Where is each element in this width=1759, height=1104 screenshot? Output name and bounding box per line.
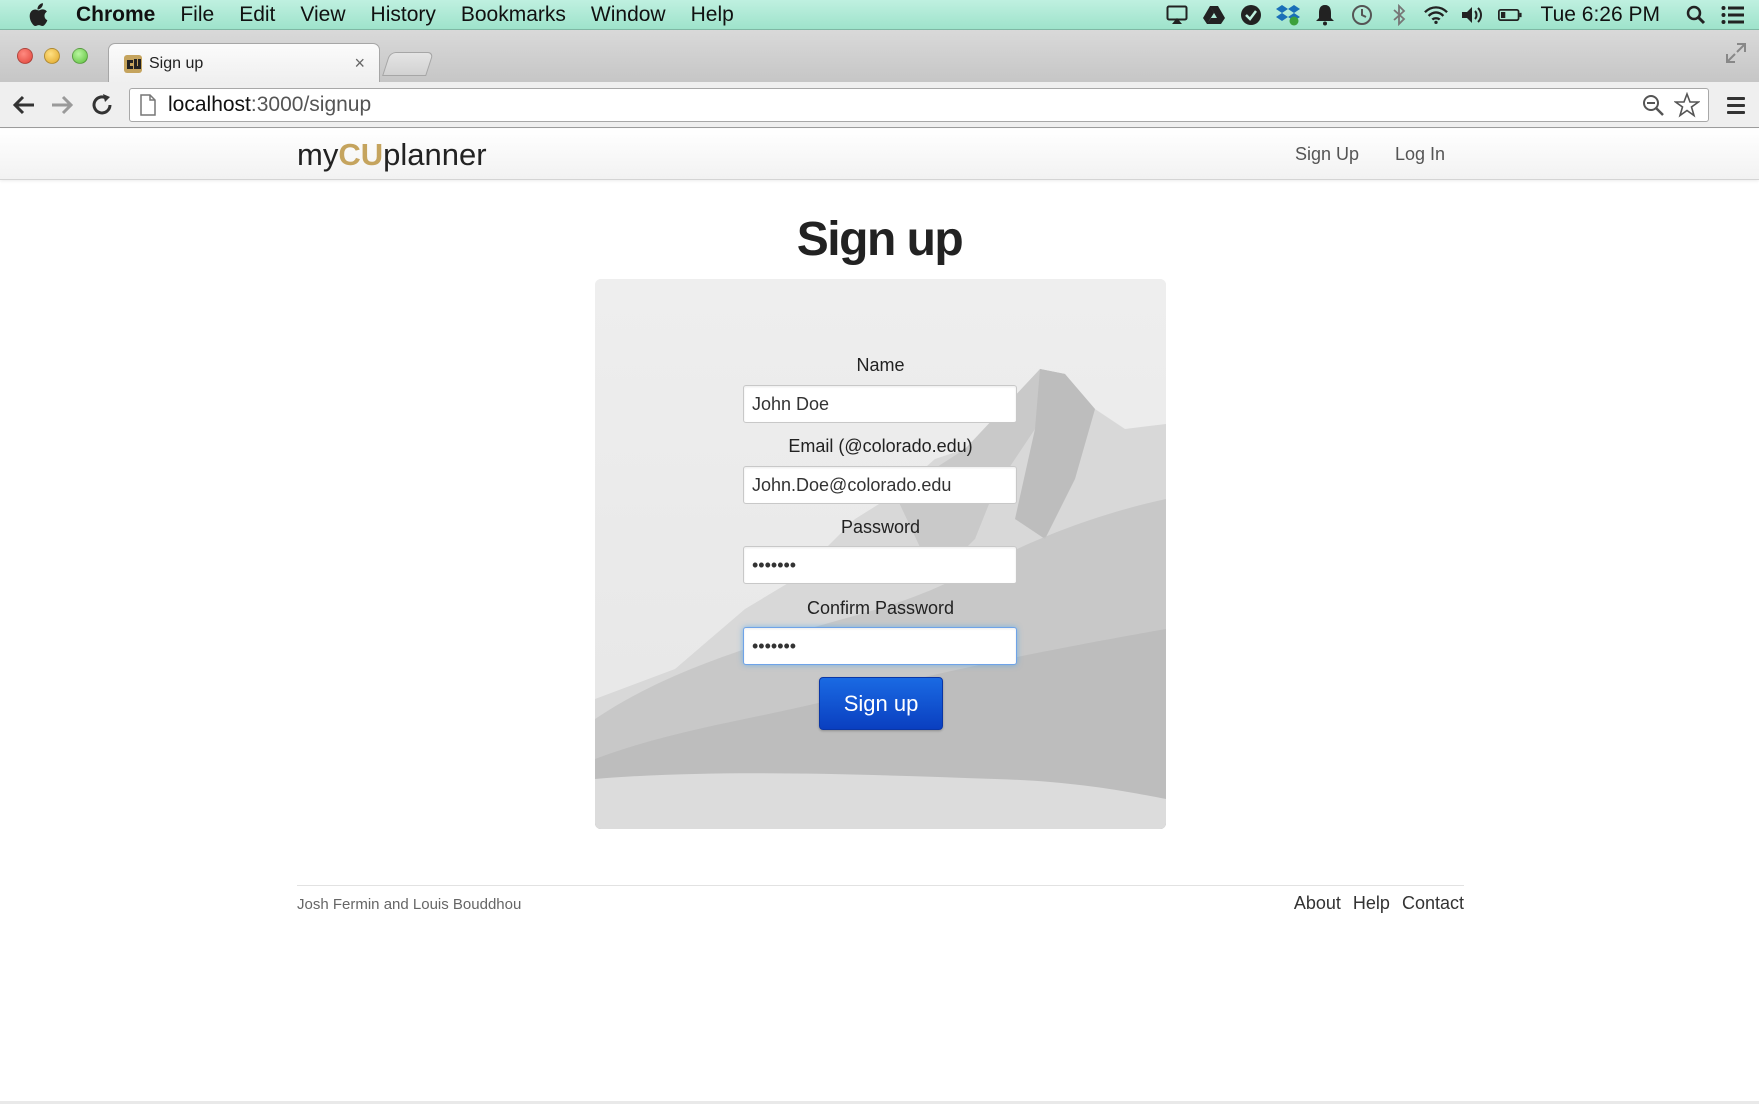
bookmark-star-icon[interactable] [1674,92,1700,118]
menu-help[interactable]: Help [691,3,734,27]
brand-highlight: CU [338,137,384,172]
menubar-clock[interactable]: Tue 6:26 PM [1541,3,1660,27]
signup-form-card: Name Email (@colorado.edu) Password Conf… [595,279,1166,829]
name-label: Name [856,355,905,375]
footer-contact-link[interactable]: Contact [1402,893,1464,914]
app-navbar: myCUplanner Sign Up Log In [0,129,1759,180]
page-title: Sign up [796,213,964,266]
time-machine-icon[interactable] [1350,4,1374,26]
google-drive-icon[interactable] [1202,4,1226,26]
footer-divider [297,885,1464,886]
cu-favicon-icon [123,54,143,74]
menu-history[interactable]: History [371,3,436,27]
password-label: Password [840,517,921,537]
confirm-password-label: Confirm Password [806,598,955,618]
footer-help-link[interactable]: Help [1353,893,1390,914]
brand-prefix: my [297,137,339,172]
email-label: Email (@colorado.edu) [788,436,973,456]
tab-sign-up[interactable]: Sign up × [108,43,380,83]
menu-app-name[interactable]: Chrome [76,3,155,27]
window-close-button[interactable] [17,48,33,64]
chrome-menu-icon[interactable] [1723,92,1749,118]
brand-suffix: planner [383,137,487,172]
sign-up-button[interactable]: Sign up [819,677,943,730]
browser-toolbar: localhost:3000/signup [0,82,1759,128]
forward-icon[interactable] [48,91,76,119]
apple-icon[interactable] [26,1,54,29]
fullscreen-icon[interactable] [1725,42,1747,64]
page-icon [140,94,158,116]
password-input[interactable] [743,546,1017,584]
menu-file[interactable]: File [180,3,214,27]
reload-icon[interactable] [88,91,116,119]
url-path: :3000/signup [250,93,372,116]
menu-bookmarks[interactable]: Bookmarks [461,3,566,27]
notification-icon[interactable] [1313,4,1337,26]
spotlight-icon[interactable] [1684,4,1708,26]
notification-center-icon[interactable] [1721,4,1745,26]
airplay-icon[interactable] [1165,4,1189,26]
menu-window[interactable]: Window [591,3,666,27]
evernote-icon[interactable] [1239,4,1263,26]
menu-edit[interactable]: Edit [239,3,275,27]
url-host: localhost [168,93,251,116]
new-tab-button[interactable] [382,52,434,76]
address-bar[interactable]: localhost:3000/signup [129,88,1709,122]
nav-sign-up-link[interactable]: Sign Up [1295,144,1359,165]
name-input[interactable] [743,385,1017,423]
window-zoom-button[interactable] [72,48,88,64]
dropbox-icon[interactable] [1275,4,1300,26]
bluetooth-icon[interactable] [1387,3,1411,26]
nav-log-in-link[interactable]: Log In [1395,144,1445,165]
brand-logo[interactable]: myCUplanner [297,137,487,173]
back-icon[interactable] [10,91,38,119]
confirm-password-input[interactable] [743,627,1017,665]
menu-view[interactable]: View [300,3,345,27]
browser-tab-strip: Sign up × [0,30,1759,83]
footer-credit: Josh Fermin and Louis Bouddhou [297,896,522,913]
battery-icon[interactable] [1497,4,1522,26]
footer-links: About Help Contact [1294,893,1464,914]
macos-menu-bar: Chrome File Edit View History Bookmarks … [0,0,1759,30]
email-input[interactable] [743,466,1017,504]
tab-title: Sign up [149,54,204,72]
footer-about-link[interactable]: About [1294,893,1341,914]
wifi-icon[interactable] [1423,4,1448,26]
tab-close-icon[interactable]: × [354,53,365,74]
window-minimize-button[interactable] [44,48,60,64]
volume-icon[interactable] [1461,4,1485,26]
zoom-icon[interactable] [1640,92,1666,118]
